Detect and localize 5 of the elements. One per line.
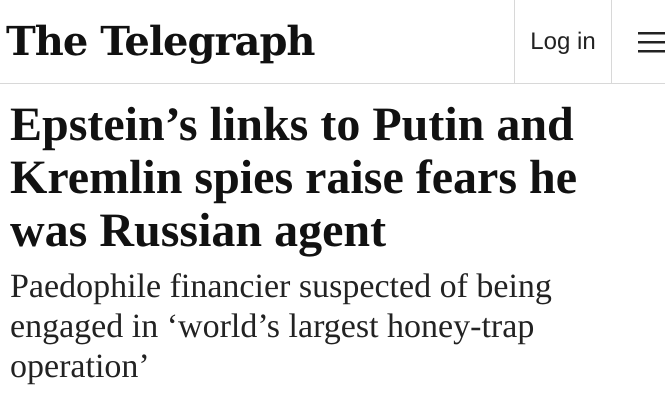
- headline: Epstein’s links to Putin and Kremlin spies raise fears he was Russian agent: [10, 98, 578, 257]
- standfirst: Paedophile financier suspected of being engaged in ‘world’s largest honey-trap operation’: [10, 267, 553, 387]
- menu-icon: [638, 30, 665, 54]
- login-link[interactable]: Log in: [514, 0, 612, 83]
- site-logo[interactable]: The Telegraph: [0, 0, 514, 83]
